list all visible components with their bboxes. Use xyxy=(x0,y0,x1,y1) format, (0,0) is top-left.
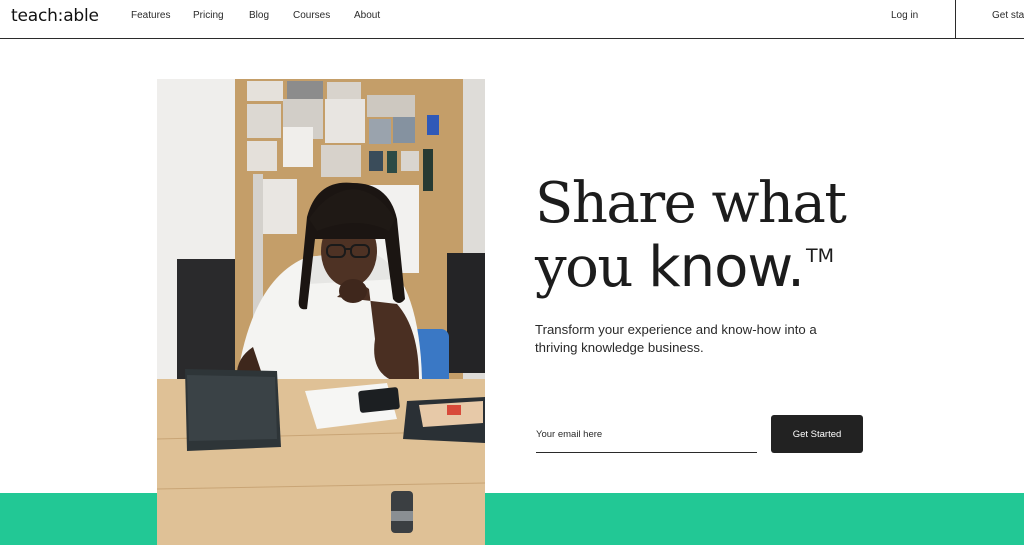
hero-photo xyxy=(157,79,485,545)
top-navigation: teach:able Features Pricing Blog Courses… xyxy=(0,0,1024,39)
teachable-logo[interactable]: teach:able xyxy=(11,6,99,26)
trademark-symbol: TM xyxy=(806,245,834,267)
headline-line-2-light: you xyxy=(535,235,633,300)
email-input[interactable] xyxy=(536,416,757,453)
headline-line-1: Share what xyxy=(535,171,847,236)
get-started-button[interactable]: Get Started xyxy=(771,415,863,453)
nav-link-blog[interactable]: Blog xyxy=(249,10,269,21)
headline-line-2-bold: know. xyxy=(648,235,805,300)
nav-get-started-button[interactable]: Get sta xyxy=(992,10,1024,21)
hero-subheading: Transform your experience and know-how i… xyxy=(535,322,817,355)
nav-link-pricing[interactable]: Pricing xyxy=(193,10,224,21)
hero-headline: Share what you know. xyxy=(535,172,865,300)
nav-link-about[interactable]: About xyxy=(354,10,380,21)
nav-divider xyxy=(955,0,956,39)
nav-link-features[interactable]: Features xyxy=(131,10,170,21)
green-accent-band xyxy=(0,493,1024,545)
login-link[interactable]: Log in xyxy=(891,10,918,21)
nav-link-courses[interactable]: Courses xyxy=(293,10,330,21)
